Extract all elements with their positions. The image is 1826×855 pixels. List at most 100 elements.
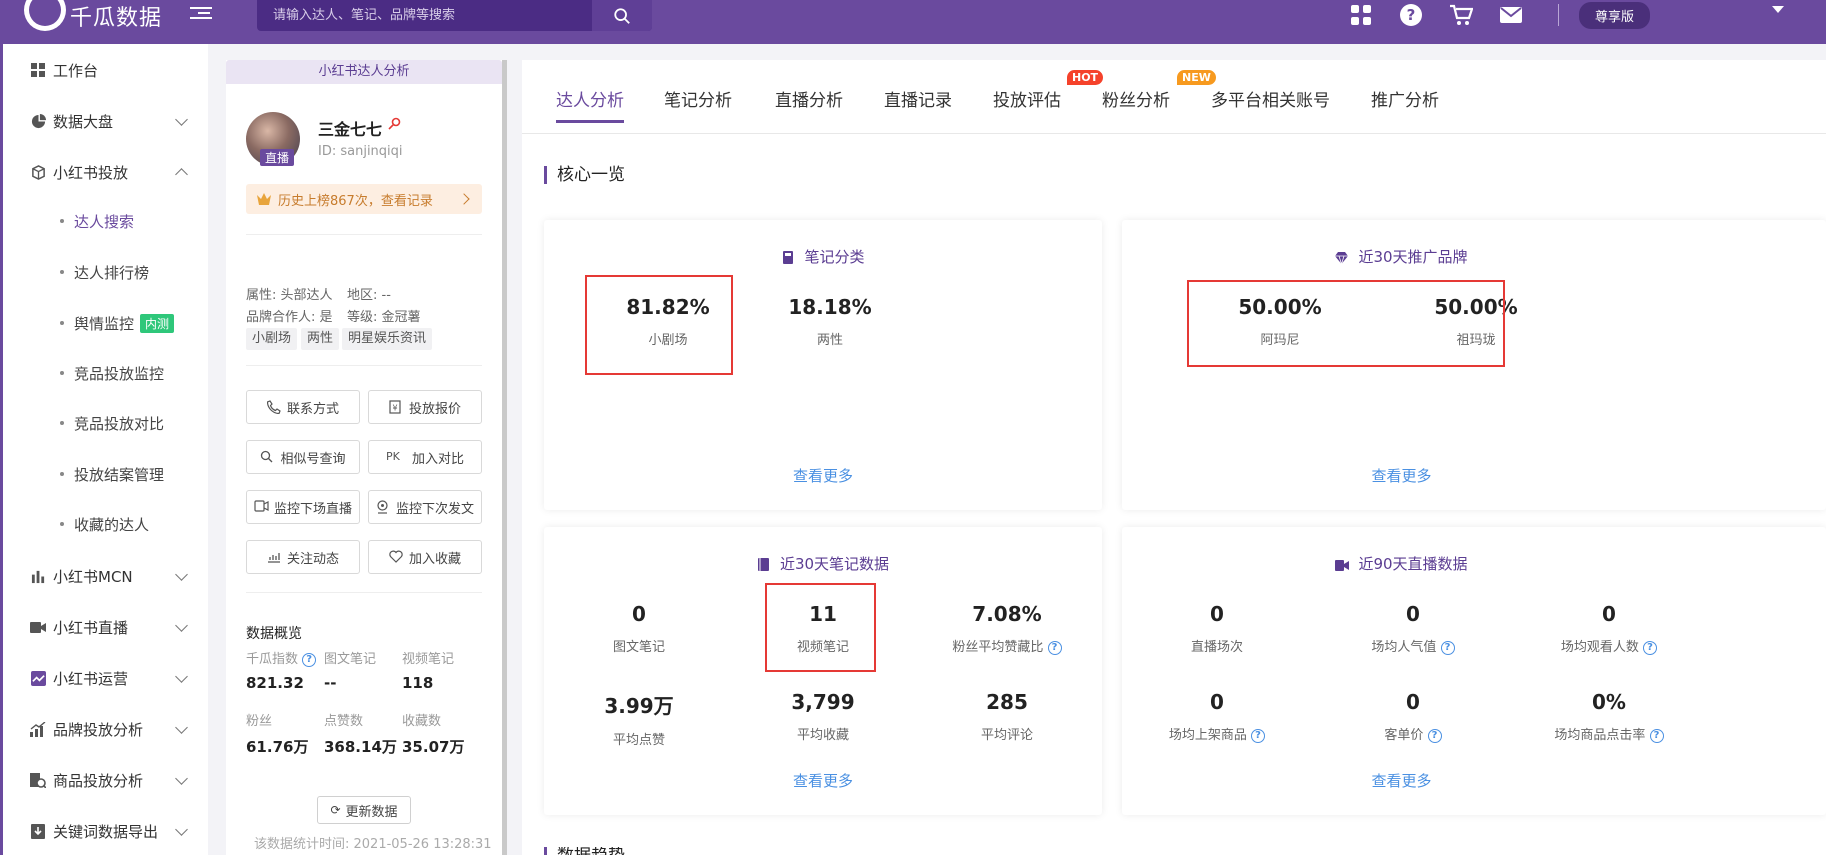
new-badge: NEW — [1177, 70, 1216, 85]
sidebar-subitem-sentiment-monitor[interactable]: 舆情监控 内测 — [3, 309, 208, 337]
bullet — [60, 219, 64, 223]
bullet — [60, 421, 64, 425]
help-circle-icon[interactable]: ? — [1047, 640, 1062, 655]
section-title: 核心一览 — [544, 166, 625, 184]
tab-bar: 达人分析 笔记分析 直播分析 直播记录 投放评估 HOT 粉丝分析 NEW 多平… — [522, 60, 1826, 134]
add-favorite-button[interactable]: 加入收藏 — [368, 540, 482, 574]
sidebar-subitem-competitor-monitor[interactable]: 竞品投放监控 — [3, 359, 208, 387]
help-icon[interactable]: ? — [1398, 2, 1424, 28]
metric-label: 客单价 ? — [1318, 724, 1508, 743]
sidebar-subitem-label: 收藏的达人 — [74, 515, 150, 534]
sidebar-subitem-case-management[interactable]: 投放结案管理 — [3, 460, 208, 488]
sidebar-item-xhs-live[interactable]: 小红书直播 — [3, 612, 208, 642]
metric-label-text: 场均人气值 — [1371, 640, 1437, 655]
sidebar-item-xhs-mcn[interactable]: 小红书MCN — [3, 561, 208, 591]
chevron-down-icon — [175, 721, 188, 734]
metric: 0% 场均商品点击率 ? — [1514, 690, 1704, 743]
button-label: 更新数据 — [345, 804, 398, 820]
sidebar-item-xhs-delivery[interactable]: 小红书投放 — [3, 157, 208, 187]
add-compare-button[interactable]: PK 加入对比 — [368, 440, 482, 474]
sidebar-item-keyword-export[interactable]: 关键词数据导出 — [3, 816, 208, 846]
tab-promotion-analysis[interactable]: 推广分析 — [1371, 86, 1439, 111]
view-more-link[interactable]: 查看更多 — [1122, 465, 1681, 486]
sidebar-item-workbench[interactable]: 工作台 — [3, 55, 208, 85]
vip-badge[interactable]: 尊享版 — [1579, 1, 1651, 29]
metric-label: 平均评论 — [980, 728, 1033, 743]
tab-kol-analysis[interactable]: 达人分析 — [556, 86, 624, 123]
metric: 7.08% 粉丝平均赞藏比 ? — [912, 602, 1102, 655]
metric-label-text: 场均上架商品 — [1168, 728, 1247, 743]
kol-id: ID: sanjinqiqi — [318, 144, 403, 159]
chevron-up-icon — [175, 168, 188, 181]
sidebar-subitem-kol-ranking[interactable]: 达人排行榜 — [3, 258, 208, 286]
contact-button[interactable]: 联系方式 — [246, 390, 360, 424]
similar-search-button[interactable]: 相似号查询 — [246, 440, 360, 474]
sidebar-subitem-competitor-compare[interactable]: 竞品投放对比 — [3, 409, 208, 437]
help-circle-icon[interactable]: ? — [1251, 728, 1266, 743]
refresh-data-button[interactable]: ⟳ 更新数据 — [317, 796, 411, 824]
metric-value: 0 — [1210, 690, 1224, 714]
sidebar-item-xhs-operation[interactable]: 小红书运营 — [3, 663, 208, 693]
overview-label: 视频笔记 — [402, 652, 455, 667]
cart-icon[interactable] — [1448, 2, 1474, 28]
profile-scrollbar[interactable] — [502, 60, 507, 855]
mail-icon[interactable] — [1498, 2, 1524, 28]
apps-icon[interactable] — [1348, 2, 1374, 28]
metric-value: 3,799 — [791, 690, 855, 714]
tab-fans-analysis[interactable]: 粉丝分析 — [1102, 86, 1170, 111]
monitor-post-button[interactable]: 监控下次发文 — [368, 490, 482, 524]
sidebar-item-data-board[interactable]: 数据大盘 — [3, 106, 208, 136]
sidebar-item-label: 商品投放分析 — [53, 771, 144, 790]
view-more-link[interactable]: 查看更多 — [544, 770, 1102, 791]
attr-level: 等级: 金冠薯 — [347, 310, 421, 325]
search-bar — [257, 0, 652, 31]
location-icon — [376, 500, 390, 514]
phone-icon — [266, 400, 281, 415]
search-button[interactable] — [592, 0, 652, 31]
quote-button[interactable]: ¥ 投放报价 — [368, 390, 482, 424]
camera-icon — [254, 500, 269, 514]
tab-live-records[interactable]: 直播记录 — [884, 86, 952, 111]
menu-toggle-icon[interactable] — [190, 4, 212, 24]
stat-time: 该数据统计时间: 2021-05-26 13:28:31 — [254, 837, 492, 852]
overview-title: 数据概览 — [246, 626, 302, 642]
card-title: 笔记分类 — [544, 246, 1102, 267]
metric-value: 3.99万 — [604, 694, 674, 718]
sidebar-item-brand-analysis[interactable]: 品牌投放分析 — [3, 714, 208, 744]
tab-note-analysis[interactable]: 笔记分析 — [664, 86, 732, 111]
help-circle-icon[interactable]: ? — [1643, 640, 1658, 655]
rank-history-link[interactable]: 历史上榜867次，查看记录 — [246, 184, 482, 214]
tab-multi-platform[interactable]: 多平台相关账号 — [1211, 86, 1330, 111]
view-more-link[interactable]: 查看更多 — [544, 465, 1102, 486]
sidebar-subitem-favorite-kols[interactable]: 收藏的达人 — [3, 510, 208, 538]
sidebar-item-product-analysis[interactable]: 商品投放分析 — [3, 765, 208, 795]
sidebar-item-label: 小红书MCN — [53, 567, 133, 586]
view-more-link[interactable]: 查看更多 — [1122, 770, 1681, 791]
sidebar-item-label: 小红书直播 — [53, 618, 129, 637]
button-label: 监控下场直播 — [273, 501, 352, 517]
heart-icon — [389, 550, 403, 564]
help-circle-icon[interactable]: ? — [302, 652, 317, 667]
follow-updates-button[interactable]: 关注动态 — [246, 540, 360, 574]
monitor-live-button[interactable]: 监控下场直播 — [246, 490, 360, 524]
pk-icon: PK — [385, 450, 400, 463]
help-circle-icon[interactable]: ? — [1649, 728, 1664, 743]
logo[interactable]: 千瓜数据 — [22, 0, 162, 32]
metric: 0 直播场次 — [1122, 602, 1312, 655]
main-content: 达人分析 笔记分析 直播分析 直播记录 投放评估 HOT 粉丝分析 NEW 多平… — [522, 60, 1826, 855]
tab-delivery-evaluation[interactable]: 投放评估 — [993, 86, 1061, 111]
help-circle-icon[interactable]: ? — [1427, 728, 1442, 743]
button-label: 关注动态 — [286, 551, 339, 567]
metric: 0 客单价 ? — [1318, 690, 1508, 743]
divider — [1558, 4, 1559, 26]
user-menu-chevron-icon[interactable] — [1772, 6, 1784, 13]
tab-live-analysis[interactable]: 直播分析 — [775, 86, 843, 111]
sidebar-subitem-kol-search[interactable]: 达人搜索 — [0, 207, 208, 235]
pin-icon — [388, 116, 404, 132]
kol-profile-panel: 小红书达人分析 直播 三金七七 ID: sanjinqiqi 历史上榜867次，… — [226, 60, 502, 855]
attr-brand-partner: 品牌合作人: 是 — [246, 310, 333, 325]
overview-value: 35.07万 — [402, 738, 465, 756]
search-input[interactable] — [257, 0, 592, 31]
help-circle-icon[interactable]: ? — [1440, 640, 1455, 655]
overview-value: -- — [324, 674, 337, 692]
